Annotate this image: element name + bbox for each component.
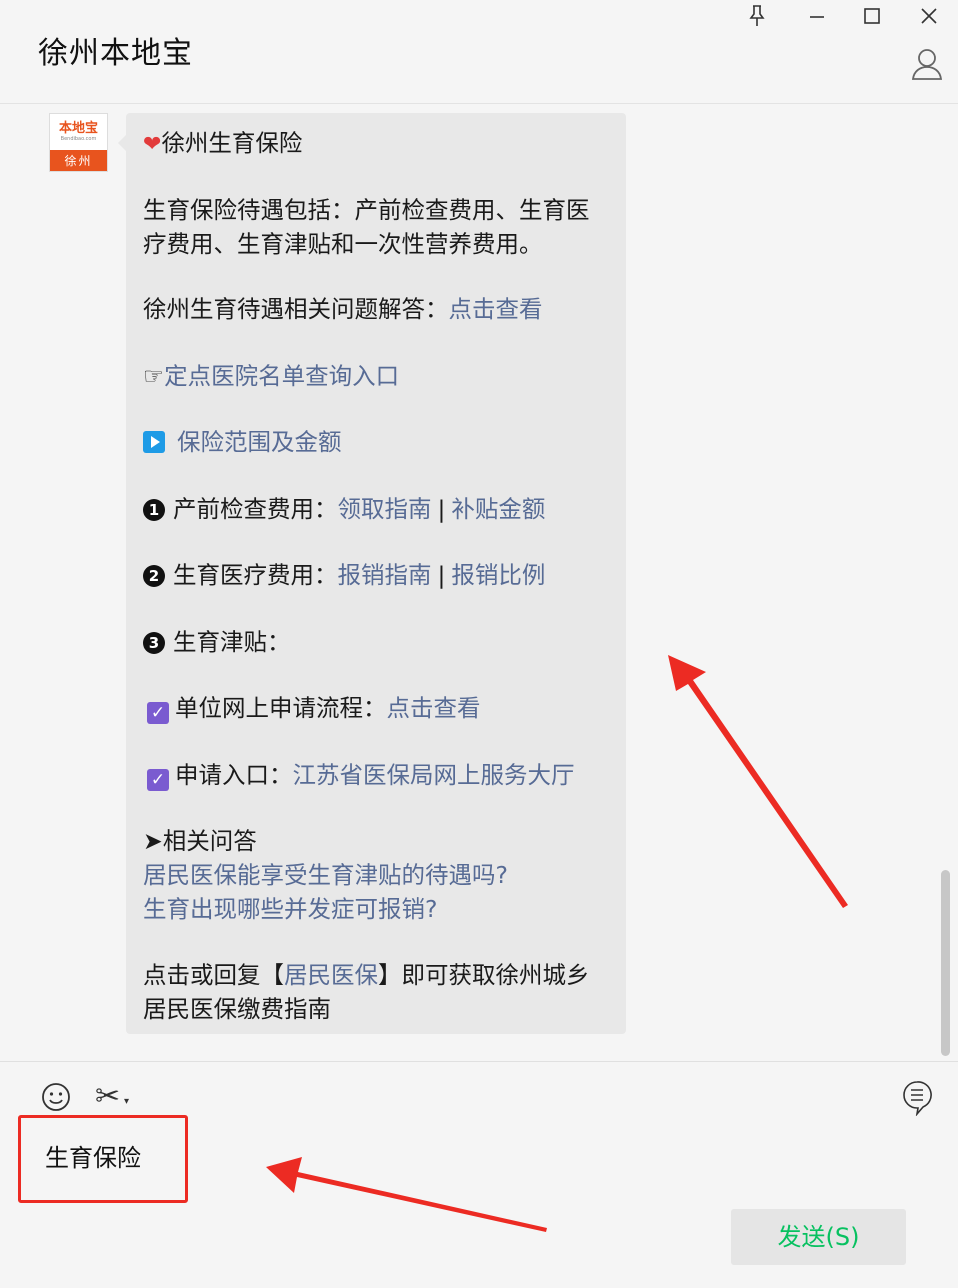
message-heading-row: ❤徐州生育保险 <box>143 126 302 162</box>
title-bar: 徐州本地宝 <box>0 0 958 104</box>
checkbox-icon: ✓ <box>147 769 169 791</box>
separator: | <box>437 495 446 523</box>
item1-label: 产前检查费用： <box>173 495 338 523</box>
maximize-icon[interactable] <box>855 4 889 34</box>
qa-row: 徐州生育待遇相关问题解答：点击查看 <box>143 292 543 326</box>
intro-line-2: 疗费用、生育津贴和一次性营养费用。 <box>143 230 543 258</box>
message-heading: 徐州生育保险 <box>161 129 303 157</box>
separator: | <box>437 561 446 589</box>
item2-row: 2 生育医疗费用：报销指南 | 报销比例 <box>143 558 545 592</box>
avatar[interactable]: 本地宝 Bendibao.com 徐州 <box>49 113 108 172</box>
intro-line-1: 生育保险待遇包括：产前检查费用、生育医 <box>143 196 590 224</box>
chat-history-icon[interactable] <box>902 1080 932 1117</box>
close-icon[interactable] <box>912 4 946 34</box>
reply-row: 点击或回复【居民医保】即可获取徐州城乡 <box>143 958 590 992</box>
number-badge-3: 3 <box>143 632 165 654</box>
reply-keyword-link[interactable]: 居民医保 <box>284 961 378 989</box>
apply-entry-link[interactable]: 江苏省医保局网上服务大厅 <box>293 761 575 789</box>
related-title: 相关问答 <box>162 827 257 855</box>
apply-flow-label: 单位网上申请流程： <box>175 694 387 722</box>
item2-ratio-link[interactable]: 报销比例 <box>451 561 545 589</box>
pin-icon[interactable] <box>740 4 774 34</box>
emoji-icon[interactable] <box>41 1082 71 1112</box>
scissors-icon[interactable]: ✂ <box>95 1080 120 1114</box>
apply-entry-label: 申请入口： <box>175 761 293 789</box>
reply-suffix: 】即可获取徐州城乡 <box>378 961 590 989</box>
user-icon[interactable] <box>910 46 944 82</box>
related-question-2[interactable]: 生育出现哪些并发症可报销? <box>143 892 437 926</box>
apply-entry-row: ✓ 申请入口：江苏省医保局网上服务大厅 <box>143 758 575 792</box>
avatar-domain: Bendibao.com <box>60 136 97 142</box>
item3-row: 3 生育津贴： <box>143 625 291 659</box>
chevron-down-icon[interactable]: ▾ <box>124 1096 129 1107</box>
avatar-brand: 本地宝 <box>58 121 98 136</box>
item2-label: 生育医疗费用： <box>173 561 338 589</box>
reply-prefix: 点击或回复【 <box>143 961 284 989</box>
checkbox-icon: ✓ <box>147 702 169 724</box>
apply-flow-row: ✓ 单位网上申请流程：点击查看 <box>143 691 481 725</box>
play-icon <box>143 431 165 453</box>
apply-flow-link[interactable]: 点击查看 <box>387 694 481 722</box>
heart-icon: ❤ <box>143 132 162 157</box>
avatar-city: 徐州 <box>50 150 107 171</box>
related-title-row: ➤相关问答 <box>143 824 257 858</box>
hospital-list-link[interactable]: 定点医院名单查询入口 <box>164 362 399 390</box>
annotation-box <box>18 1115 188 1203</box>
send-button[interactable]: 发送(S) <box>731 1209 906 1265</box>
pointing-hand-icon: ☞ <box>143 362 165 390</box>
hospital-row: ☞定点医院名单查询入口 <box>143 359 399 393</box>
item1-guide-link[interactable]: 领取指南 <box>338 495 432 523</box>
item3-label: 生育津贴： <box>173 628 291 656</box>
related-question-1[interactable]: 居民医保能享受生育津贴的待遇吗? <box>143 858 508 892</box>
reply-line-2: 居民医保缴费指南 <box>143 995 331 1023</box>
scope-link[interactable]: 保险范围及金额 <box>177 428 342 456</box>
item1-row: 1 产前检查费用：领取指南 | 补贴金额 <box>143 492 545 526</box>
message-bubble: ❤徐州生育保险 生育保险待遇包括：产前检查费用、生育医 疗费用、生育津贴和一次性… <box>118 113 626 1034</box>
number-badge-2: 2 <box>143 565 165 587</box>
arrow-icon: ➤ <box>143 827 163 855</box>
window-title: 徐州本地宝 <box>38 36 193 71</box>
number-badge-1: 1 <box>143 499 165 521</box>
chat-scrollbar[interactable] <box>941 870 950 1056</box>
qa-label: 徐州生育待遇相关问题解答： <box>143 295 449 323</box>
minimize-icon[interactable] <box>800 4 834 34</box>
item2-guide-link[interactable]: 报销指南 <box>338 561 432 589</box>
item1-amount-link[interactable]: 补贴金额 <box>451 495 545 523</box>
scope-row: 保险范围及金额 <box>143 425 342 459</box>
qa-link[interactable]: 点击查看 <box>449 295 543 323</box>
